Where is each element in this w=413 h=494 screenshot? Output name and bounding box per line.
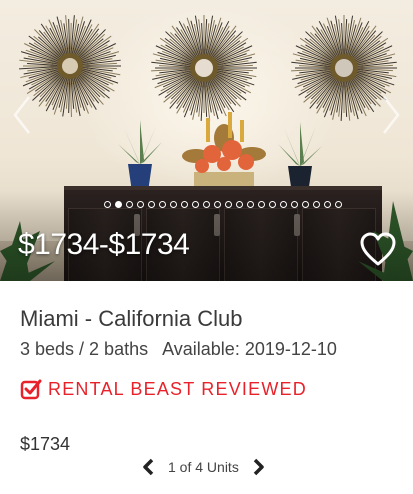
photo-dot[interactable] (104, 201, 111, 208)
listing-title[interactable]: Miami - California Club (20, 306, 243, 332)
aloe-plant-left (118, 120, 162, 192)
reviewed-badge: RENTAL BEAST REVIEWED (20, 378, 307, 400)
photo-dot[interactable] (192, 201, 199, 208)
photo-dot[interactable] (181, 201, 188, 208)
checkbox-checked-icon (20, 379, 42, 400)
price-range: $1734-$1734 (18, 228, 190, 261)
photo-dot[interactable] (137, 201, 144, 208)
photo-dot[interactable] (247, 201, 254, 208)
aloe-plant-right (278, 122, 322, 194)
photo-dot[interactable] (214, 201, 221, 208)
unit-pager: 1 of 4 Units (140, 457, 267, 477)
favorite-button[interactable] (359, 231, 397, 267)
sunburst-mirror-center (151, 15, 257, 121)
photo-dot[interactable] (225, 201, 232, 208)
photo-dot[interactable] (159, 201, 166, 208)
photo-dot[interactable] (335, 201, 342, 208)
previous-photo-button[interactable] (8, 95, 36, 135)
listing-details: 3 beds / 2 baths Available: 2019-12-10 (20, 339, 337, 360)
chevron-right-icon (253, 458, 264, 476)
photo-pagination-dots (104, 201, 342, 208)
photo-dot[interactable] (115, 201, 122, 208)
chevron-right-icon (383, 96, 400, 134)
photo-dot[interactable] (203, 201, 210, 208)
heart-outline-icon (360, 232, 396, 266)
photo-dot[interactable] (269, 201, 276, 208)
availability-date: Available: 2019-12-10 (162, 339, 337, 359)
chevron-left-icon (13, 96, 30, 134)
photo-dot[interactable] (258, 201, 265, 208)
photo-dot[interactable] (324, 201, 331, 208)
photo-dot[interactable] (236, 201, 243, 208)
listing-photo[interactable]: $1734-$1734 (0, 0, 413, 281)
photo-dot[interactable] (280, 201, 287, 208)
beds-baths: 3 beds / 2 baths (20, 339, 149, 359)
photo-dot[interactable] (302, 201, 309, 208)
photo-dot[interactable] (291, 201, 298, 208)
unit-pager-label: 1 of 4 Units (168, 459, 239, 475)
previous-unit-button[interactable] (140, 457, 156, 477)
photo-dot[interactable] (170, 201, 177, 208)
photo-dot[interactable] (126, 201, 133, 208)
unit-price: $1734 (20, 434, 71, 454)
chevron-left-icon (143, 458, 154, 476)
next-unit-button[interactable] (251, 457, 267, 477)
listing-card[interactable]: $1734-$1734 Miami - California Club 3 be… (0, 0, 413, 494)
next-photo-button[interactable] (377, 95, 405, 135)
reviewed-badge-label: RENTAL BEAST REVIEWED (48, 378, 307, 399)
flower-arrangement (182, 112, 266, 192)
photo-dot[interactable] (148, 201, 155, 208)
photo-dot[interactable] (313, 201, 320, 208)
